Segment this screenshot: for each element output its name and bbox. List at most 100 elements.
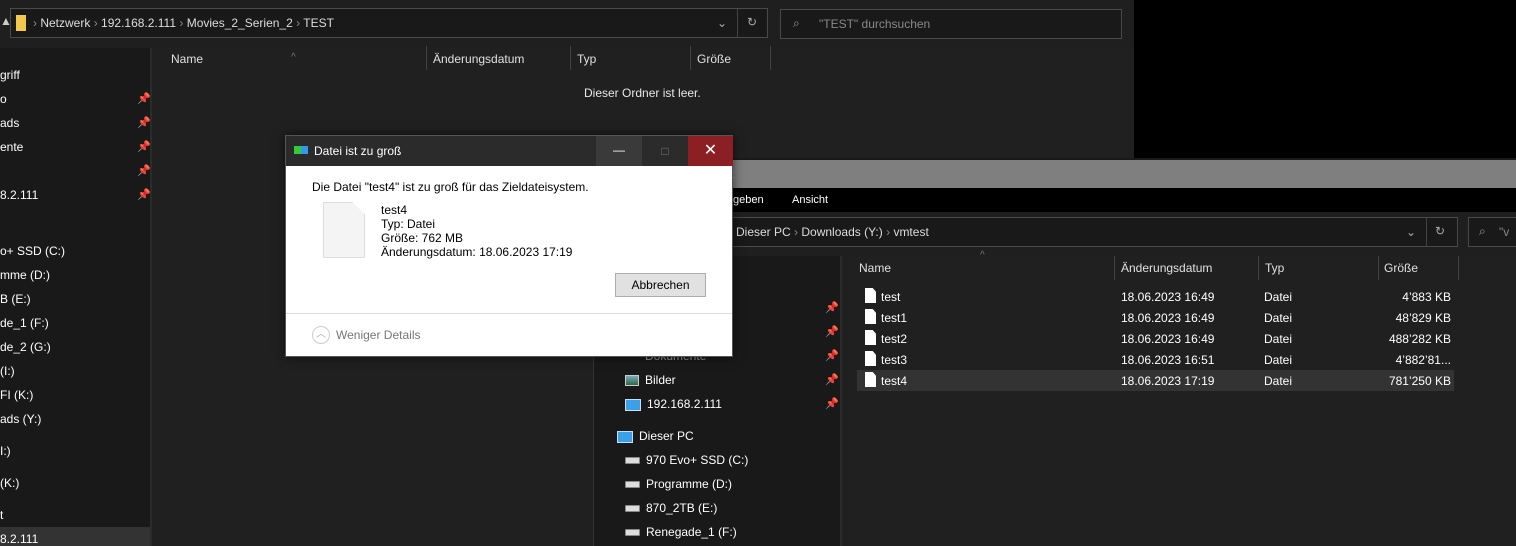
nav-item[interactable]: (K:): [0, 476, 19, 490]
pin-icon[interactable]: 📌: [825, 349, 839, 362]
nav-item[interactable]: de_1 (F:): [0, 316, 49, 330]
file-size: 781’250 KB: [1388, 374, 1451, 388]
file-type: Datei: [1264, 353, 1293, 367]
nav-item[interactable]: ente: [0, 140, 23, 154]
nav-item[interactable]: I:): [0, 444, 11, 458]
crumb[interactable]: TEST: [303, 16, 334, 30]
sort-arrow-icon: ^: [980, 250, 985, 261]
nav-item-drive-c[interactable]: 970 Evo+ SSD (C:): [625, 453, 748, 467]
chevron-up-icon[interactable]: ︿: [312, 326, 330, 344]
pin-icon[interactable]: 📌: [825, 301, 839, 314]
crumb[interactable]: vmtest: [893, 225, 928, 239]
maximize-button[interactable]: □: [642, 136, 688, 166]
search-placeholder: "TEST" durchsuchen: [819, 17, 931, 31]
close-button[interactable]: ✕: [688, 136, 733, 166]
address-bar[interactable]: › Netzwerk › 192.168.2.111 › Movies_2_Se…: [10, 8, 768, 38]
file-type: Datei: [1264, 374, 1293, 388]
file-row[interactable]: test3 18.06.2023 16:51 Datei 4’882’81...: [857, 349, 1454, 370]
file-type: Datei: [1264, 290, 1293, 304]
chevron-down-icon[interactable]: ⌄: [717, 16, 727, 30]
file-name: test: [881, 290, 901, 304]
search-input[interactable]: ⌕ "v: [1468, 217, 1516, 247]
pictures-icon: [625, 375, 639, 387]
ribbon-tab-view[interactable]: Ansicht: [792, 194, 828, 206]
nav-item[interactable]: ads (Y:): [0, 412, 41, 426]
crumb[interactable]: Movies_2_Serien_2: [187, 16, 293, 30]
search-input[interactable]: ⌕ "TEST" durchsuchen: [780, 9, 1122, 39]
nav-item[interactable]: 8.2.111: [0, 188, 38, 202]
nav-item-this-pc[interactable]: Dieser PC: [617, 429, 694, 443]
nav-item-selected[interactable]: 8.2.111: [0, 532, 38, 546]
pin-icon[interactable]: 📌: [825, 397, 839, 410]
file-row[interactable]: test1 18.06.2023 16:49 Datei 48’829 KB: [857, 307, 1454, 328]
file-icon: [865, 372, 876, 387]
file-icon: [865, 351, 876, 366]
crumb[interactable]: Netzwerk: [40, 16, 90, 30]
column-date[interactable]: Änderungsdatum: [1121, 261, 1212, 275]
fewer-details-button[interactable]: Weniger Details: [336, 328, 420, 342]
nav-item[interactable]: o: [0, 92, 7, 106]
breadcrumb: Dieser PC › Downloads (Y:) › vmtest: [736, 225, 929, 239]
pin-icon[interactable]: 📌: [137, 164, 151, 177]
search-icon: ⌕: [1479, 224, 1486, 238]
empty-folder-message: Dieser Ordner ist leer.: [584, 86, 701, 100]
file-name: test2: [881, 332, 908, 346]
minimize-button[interactable]: —: [596, 136, 642, 166]
nav-item[interactable]: de_2 (G:): [0, 340, 51, 354]
column-date[interactable]: Änderungsdatum: [433, 52, 524, 66]
computer-icon: [617, 430, 633, 443]
nav-item[interactable]: t: [0, 508, 3, 522]
nav-item-drive-e[interactable]: 870_2TB (E:): [625, 501, 717, 515]
file-size: 4’882’81...: [1395, 353, 1451, 367]
breadcrumb: › Netzwerk › 192.168.2.111 › Movies_2_Se…: [33, 16, 334, 30]
pin-icon[interactable]: 📌: [137, 188, 151, 201]
file-date: 18.06.2023 16:49: [1121, 332, 1215, 346]
file-too-large-dialog: Datei ist zu groß — □ ✕ Die Datei "test4…: [285, 135, 733, 357]
nav-item-pictures[interactable]: Bilder: [625, 373, 676, 387]
file-row[interactable]: test 18.06.2023 16:49 Datei 4’883 KB: [857, 286, 1454, 307]
nav-item-network-host[interactable]: 192.168.2.111: [625, 397, 722, 411]
pin-icon[interactable]: 📌: [137, 116, 151, 129]
nav-item[interactable]: mme (D:): [0, 268, 50, 282]
copy-icon: [294, 146, 308, 154]
refresh-icon[interactable]: ↻: [1435, 224, 1445, 238]
pin-icon[interactable]: 📌: [825, 373, 839, 386]
nav-item-drive-d[interactable]: Programme (D:): [625, 477, 732, 491]
crumb[interactable]: Downloads (Y:): [801, 225, 882, 239]
file-row[interactable]: test2 18.06.2023 16:49 Datei 488’282 KB: [857, 328, 1454, 349]
column-name[interactable]: Name: [171, 52, 203, 66]
file-details: test4 Typ: Datei Größe: 762 MB Änderungs…: [381, 203, 572, 259]
column-size[interactable]: Größe: [697, 52, 731, 66]
file-icon: [865, 330, 876, 345]
ribbon-tab[interactable]: geben: [733, 194, 764, 206]
nav-item[interactable]: ads: [0, 116, 19, 130]
address-bar[interactable]: Dieser PC › Downloads (Y:) › vmtest ⌄ ↻: [653, 217, 1458, 247]
column-size[interactable]: Größe: [1384, 261, 1418, 275]
file-type: Datei: [1264, 332, 1293, 346]
crumb[interactable]: Dieser PC: [736, 225, 791, 239]
column-type[interactable]: Typ: [577, 52, 596, 66]
refresh-icon[interactable]: ↻: [747, 15, 757, 29]
dialog-title: Datei ist zu groß: [314, 144, 402, 158]
column-name[interactable]: Name: [859, 261, 891, 275]
nav-item[interactable]: B (E:): [0, 292, 31, 306]
nav-item[interactable]: (I:): [0, 364, 15, 378]
pin-icon[interactable]: 📌: [137, 140, 151, 153]
nav-item-drive-f[interactable]: Renegade_1 (F:): [625, 525, 737, 539]
nav-item[interactable]: o+ SSD (C:): [0, 244, 65, 258]
crumb[interactable]: 192.168.2.111: [101, 16, 176, 30]
pin-icon[interactable]: 📌: [137, 92, 151, 105]
sort-arrow-icon: ^: [291, 52, 296, 63]
nav-item[interactable]: FI (K:): [0, 388, 33, 402]
file-icon: [865, 288, 876, 303]
nav-item[interactable]: griff: [0, 68, 20, 82]
cancel-button[interactable]: Abbrechen: [615, 273, 706, 297]
column-type[interactable]: Typ: [1265, 261, 1284, 275]
file-size: 488’282 KB: [1388, 332, 1451, 346]
file-date: 18.06.2023 17:19: [1121, 374, 1215, 388]
monitor-icon: [625, 398, 641, 411]
chevron-down-icon[interactable]: ⌄: [1406, 225, 1416, 239]
file-row-selected[interactable]: test4 18.06.2023 17:19 Datei 781’250 KB: [857, 370, 1454, 391]
file-type: Datei: [1264, 311, 1293, 325]
pin-icon[interactable]: 📌: [825, 325, 839, 338]
